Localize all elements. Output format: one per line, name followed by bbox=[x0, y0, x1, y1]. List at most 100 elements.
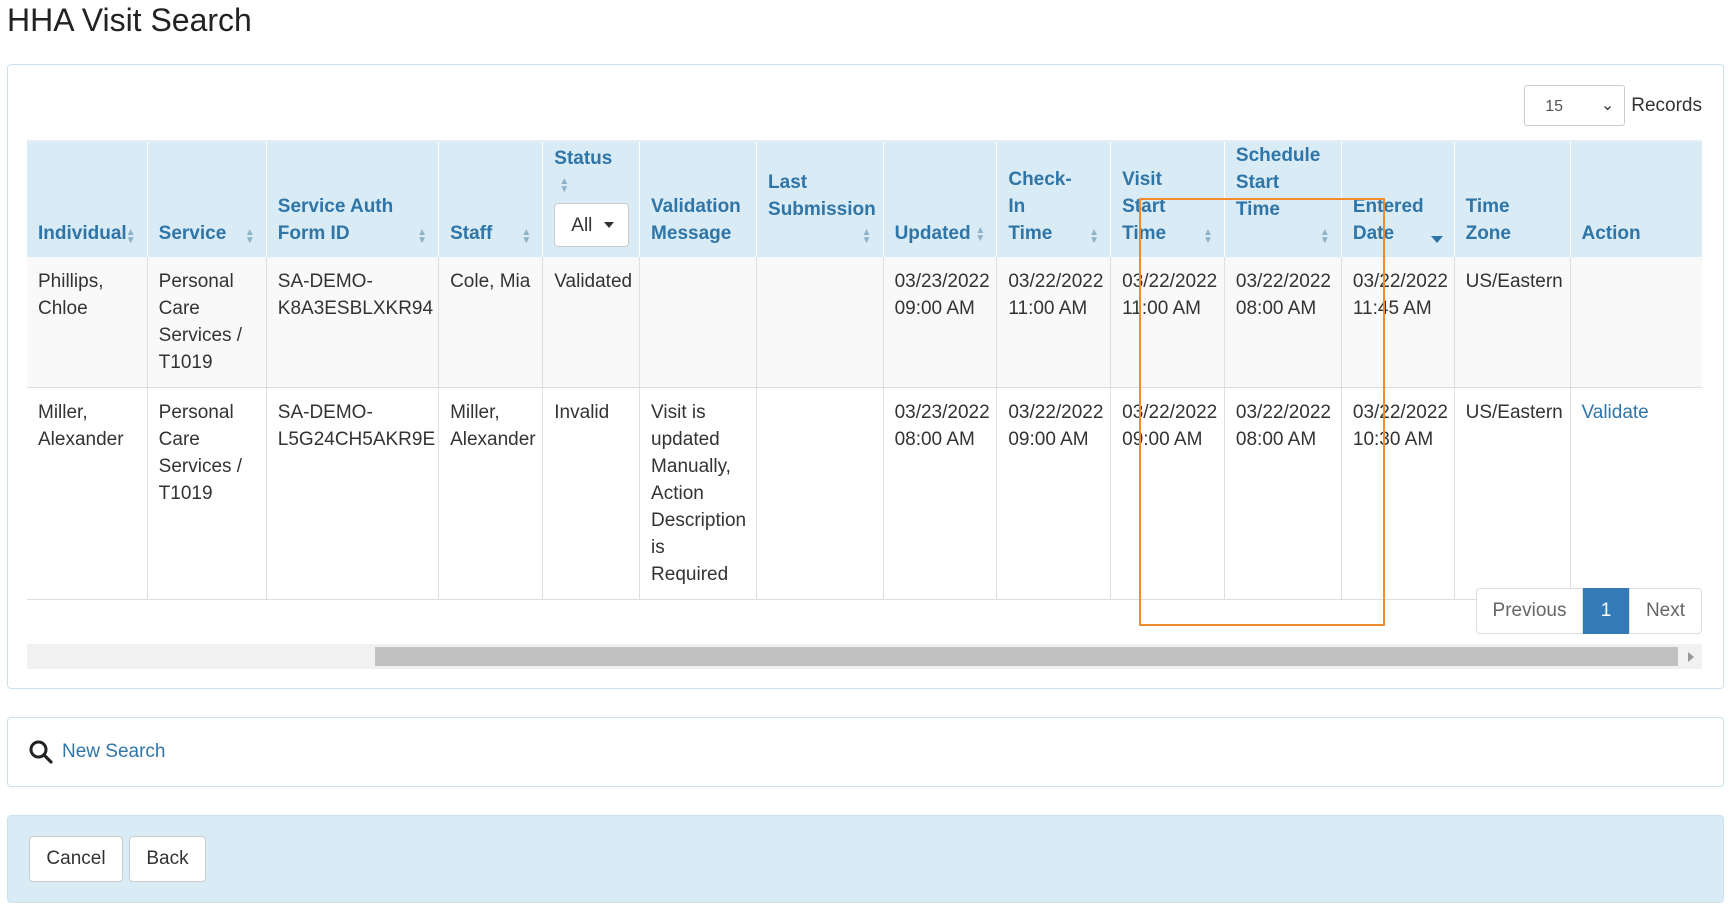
cell-text: Visit is bbox=[651, 402, 706, 423]
col-last-sub-label-1: Last bbox=[768, 172, 808, 193]
sort-icon[interactable]: ▲ ▼ bbox=[244, 228, 256, 246]
cell-checkin: 03/22/2022 09:00 AM bbox=[996, 387, 1112, 600]
cell-text: Alexander bbox=[38, 429, 124, 450]
cell-action: Validate bbox=[1570, 387, 1702, 600]
next-page-button[interactable]: Next bbox=[1629, 588, 1702, 634]
cell-text: Miller, bbox=[38, 402, 88, 423]
records-select-value: 15 bbox=[1545, 98, 1564, 115]
cell-visit-start: 03/22/2022 09:00 AM bbox=[1110, 387, 1225, 600]
cell-text: 08:00 AM bbox=[1235, 298, 1317, 319]
cell-text: SA-DEMO- bbox=[277, 271, 373, 292]
cell-text: Miller, bbox=[450, 402, 500, 423]
sort-icon[interactable]: ▲ ▼ bbox=[861, 228, 873, 246]
cell-schedule-start: 03/22/2022 08:00 AM bbox=[1224, 387, 1342, 600]
col-service-auth-label-2: Form ID bbox=[277, 223, 350, 244]
cell-time-zone: US/Eastern bbox=[1454, 387, 1571, 600]
cell-text: Cole, Mia bbox=[450, 271, 531, 292]
previous-page-button[interactable]: Previous bbox=[1476, 588, 1583, 634]
cell-time-zone: US/Eastern bbox=[1454, 257, 1571, 388]
sort-desc-icon[interactable] bbox=[1430, 236, 1443, 243]
col-action-label: Action bbox=[1581, 223, 1641, 244]
sort-icon[interactable]: ▲ ▼ bbox=[520, 228, 532, 246]
cell-text: 03/22/2022 bbox=[1122, 402, 1218, 423]
cell-action bbox=[1570, 257, 1702, 388]
cell-text: updated bbox=[651, 429, 720, 450]
records-select[interactable]: 15 ⌄ bbox=[1524, 85, 1626, 126]
cell-updated: 03/23/2022 09:00 AM bbox=[883, 257, 998, 388]
cell-text: is Required bbox=[651, 537, 729, 585]
cell-text: SA-DEMO- bbox=[277, 402, 373, 423]
cell-text: Action bbox=[651, 483, 704, 504]
pagination: Previous 1 Next bbox=[1476, 588, 1702, 634]
table-row: Phillips, Chloe Personal Care Services / T10… bbox=[27, 257, 1702, 388]
cell-entered: 03/22/2022 10:30 AM bbox=[1341, 387, 1455, 600]
sort-icon[interactable]: ▲ ▼ bbox=[1319, 228, 1331, 246]
sort-icon[interactable]: ▲ ▼ bbox=[974, 226, 986, 244]
sort-icon[interactable]: ▲ ▼ bbox=[558, 176, 570, 194]
status-filter-select[interactable]: All bbox=[554, 203, 630, 247]
col-staff-label: Staff bbox=[450, 223, 493, 244]
cell-text: T1019 bbox=[158, 483, 213, 504]
cell-text: Manually, bbox=[651, 456, 731, 477]
cancel-button[interactable]: Cancel bbox=[29, 836, 123, 882]
cell-checkin: 03/22/2022 11:00 AM bbox=[996, 257, 1112, 388]
col-schedule-start-label-2: Start Time bbox=[1235, 172, 1280, 220]
cell-text: 03/22/2022 bbox=[1008, 271, 1104, 292]
col-entered-date[interactable]: Entered Date bbox=[1341, 140, 1455, 257]
caret-down-icon bbox=[604, 222, 615, 228]
cell-service: Personal Care Services / T1019 bbox=[147, 387, 267, 600]
cell-text: 09:00 AM bbox=[1008, 429, 1089, 450]
horizontal-scrollbar[interactable] bbox=[27, 644, 1702, 669]
cell-text: K8A3ESBLXKR94 bbox=[277, 298, 434, 319]
page-1-button[interactable]: 1 bbox=[1583, 588, 1629, 634]
cell-text: 08:00 AM bbox=[894, 429, 975, 450]
cell-text: 09:00 AM bbox=[1122, 429, 1203, 450]
col-last-sub-label-2: Submission bbox=[768, 199, 876, 220]
col-service-auth-form-id[interactable]: Service Auth Form ID ▲ ▼ bbox=[266, 140, 440, 257]
scroll-right-arrow-icon[interactable] bbox=[1688, 652, 1694, 662]
cell-last-submission bbox=[756, 257, 884, 388]
cell-text: 03/22/2022 bbox=[1122, 271, 1218, 292]
cell-schedule-start: 03/22/2022 08:00 AM bbox=[1224, 257, 1342, 388]
col-status[interactable]: Status ▲ ▼ All bbox=[542, 140, 641, 257]
cell-text: 03/22/2022 bbox=[1352, 402, 1448, 423]
col-validation-label-2: Message bbox=[651, 223, 732, 244]
cell-text: Description bbox=[651, 510, 747, 531]
col-updated[interactable]: Updated ▲ ▼ bbox=[883, 140, 998, 257]
sort-icon[interactable]: ▲ ▼ bbox=[416, 228, 428, 246]
col-visit-start-time[interactable]: Visit Start Time ▲ ▼ bbox=[1110, 140, 1225, 257]
table-header-row: Individual ▲ ▼ Service ▲ ▼ Service Auth Fo… bbox=[27, 140, 1702, 257]
col-last-submission[interactable]: Last Submission ▲ ▼ bbox=[756, 140, 884, 257]
col-checkin-time[interactable]: Check-In Time ▲ ▼ bbox=[996, 140, 1112, 257]
cell-validation-message: Visit is updated Manually, Action Descriptio… bbox=[639, 387, 758, 600]
results-panel: 15 ⌄ Records Individual ▲▼ Service ▲▼ bbox=[7, 64, 1724, 689]
col-status-label: Status bbox=[554, 148, 613, 169]
cell-text: Services / bbox=[158, 456, 243, 477]
cell-service-auth: SA-DEMO- K8A3ESBLXKR94 bbox=[266, 257, 440, 388]
scrollbar-thumb[interactable] bbox=[375, 647, 1678, 666]
cell-visit-start: 03/22/2022 11:00 AM bbox=[1110, 257, 1225, 388]
col-individual[interactable]: Individual ▲ ▼ bbox=[27, 140, 148, 257]
col-service-auth-label-1: Service Auth bbox=[277, 196, 394, 217]
cell-text: 11:45 AM bbox=[1352, 298, 1432, 319]
sort-icon[interactable]: ▲ ▼ bbox=[125, 228, 137, 246]
page-title: HHA Visit Search bbox=[7, 2, 252, 38]
sort-icon[interactable]: ▲ ▼ bbox=[1202, 228, 1214, 246]
cell-updated: 03/23/2022 08:00 AM bbox=[883, 387, 998, 600]
records-label: Records bbox=[1631, 94, 1702, 116]
cell-status: Invalid bbox=[542, 387, 641, 600]
cell-status: Validated bbox=[542, 257, 641, 388]
col-schedule-start-label-1: Schedule bbox=[1235, 145, 1321, 166]
cell-text: Chloe bbox=[38, 298, 88, 319]
new-search-link[interactable]: New Search bbox=[62, 741, 166, 763]
back-button[interactable]: Back bbox=[129, 836, 206, 882]
chevron-down-icon: ⌄ bbox=[1600, 97, 1615, 114]
col-staff[interactable]: Staff ▲ ▼ bbox=[438, 140, 544, 257]
cell-text: 03/23/2022 bbox=[894, 271, 990, 292]
col-visit-start-label-2: Time bbox=[1122, 223, 1167, 244]
cell-text: 03/22/2022 bbox=[1008, 402, 1104, 423]
validate-link[interactable]: Validate bbox=[1582, 402, 1649, 423]
col-service[interactable]: Service ▲ ▼ bbox=[147, 140, 267, 257]
sort-icon[interactable]: ▲ ▼ bbox=[1088, 228, 1100, 246]
col-schedule-start-time[interactable]: Schedule Start Time ▲ ▼ bbox=[1224, 140, 1342, 257]
